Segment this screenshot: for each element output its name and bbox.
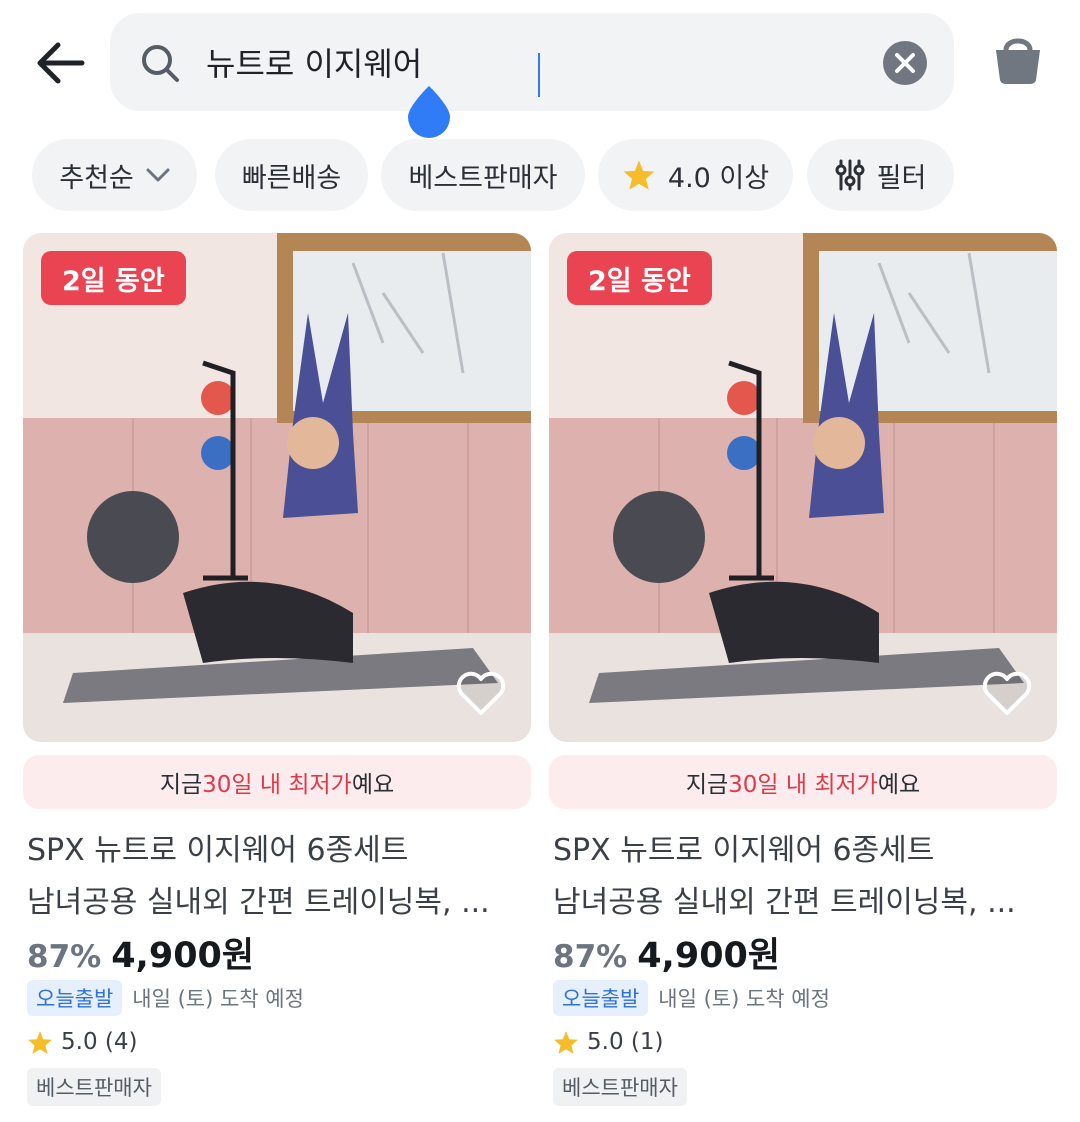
star-icon [28,1030,52,1054]
rating-text: 5.0 (1) [587,1029,664,1055]
product-card[interactable]: 2일 동안 지금 30일 내 최저가 예요 SPX 뉴트로 이지웨어 6종세트 남… [23,233,531,1113]
promo-prefix: 지금 [159,772,203,798]
rating-text: 5.0 (4) [61,1029,138,1055]
star-icon [622,159,656,191]
product-title[interactable]: SPX 뉴트로 이지웨어 6종세트 남녀공용 실내외 간편 트레이닝복, ... [553,825,1053,929]
promo-highlight: 30일 내 최저가 [728,772,878,798]
fast-delivery-filter[interactable]: 빠른배송 [215,139,368,211]
rating-filter[interactable]: 4.0 이상 [598,139,793,211]
promo-prefix: 지금 [685,772,729,798]
rating: 5.0 (4) [27,1029,137,1055]
clear-search-button[interactable] [883,41,927,85]
sliders-icon [835,159,865,191]
sort-label: 추천순 [59,162,134,194]
heart-icon[interactable] [981,669,1033,717]
delivery-badge: 오늘출발 [553,980,649,1016]
promo-suffix: 예요 [351,772,395,798]
shopping-bag-icon [996,38,1040,84]
search-bar[interactable] [110,13,954,111]
price: 4,900원 [111,936,255,976]
filter-button[interactable]: 필터 [807,139,954,211]
fast-delivery-label: 빠른배송 [241,162,342,194]
product-photo [23,233,531,742]
delivery-info: 오늘출발 내일 (토) 도착 예정 [553,980,830,1016]
product-image[interactable]: 2일 동안 [549,233,1057,742]
search-input[interactable] [206,37,866,87]
seller-tag: 베스트판매자 [27,1068,161,1106]
product-photo [549,233,1057,742]
search-icon [142,45,179,82]
star-icon [554,1030,578,1054]
best-seller-filter[interactable]: 베스트판매자 [381,139,585,211]
back-button[interactable] [26,36,96,90]
product-image[interactable]: 2일 동안 [23,233,531,742]
sort-dropdown[interactable]: 추천순 [32,139,197,211]
price: 4,900원 [637,936,781,976]
product-title-line: SPX 뉴트로 이지웨어 6종세트 [27,833,409,868]
discount-rate: 87% [553,939,628,975]
product-title-line: SPX 뉴트로 이지웨어 6종세트 [553,833,935,868]
delivery-text: 내일 (토) 도착 예정 [132,987,304,1011]
product-title-line: 남녀공용 실내외 간편 트레이닝복, ... [27,885,490,920]
delivery-badge: 오늘출발 [27,980,123,1016]
rating-filter-label: 4.0 이상 [667,162,770,194]
chevron-down-icon [146,168,170,182]
close-icon [895,53,915,73]
filter-label: 필터 [876,162,927,194]
heart-icon[interactable] [455,669,507,717]
arrow-left-icon [37,42,85,84]
time-limit-badge: 2일 동안 [567,251,712,305]
seller-tag: 베스트판매자 [553,1068,687,1106]
text-selection-handle[interactable] [406,84,452,138]
price-row: 87% 4,900원 [27,927,254,978]
text-cursor [538,53,540,97]
time-limit-badge: 2일 동안 [41,251,186,305]
delivery-info: 오늘출발 내일 (토) 도착 예정 [27,980,304,1016]
promo-suffix: 예요 [877,772,921,798]
cart-button[interactable] [988,30,1048,90]
rating: 5.0 (1) [553,1029,663,1055]
promo-highlight: 30일 내 최저가 [202,772,352,798]
best-seller-label: 베스트판매자 [408,162,558,194]
lowest-price-banner: 지금 30일 내 최저가 예요 [549,755,1057,809]
lowest-price-banner: 지금 30일 내 최저가 예요 [23,755,531,809]
discount-rate: 87% [27,939,102,975]
product-title-line: 남녀공용 실내외 간편 트레이닝복, ... [553,885,1016,920]
delivery-text: 내일 (토) 도착 예정 [658,987,830,1011]
product-title[interactable]: SPX 뉴트로 이지웨어 6종세트 남녀공용 실내외 간편 트레이닝복, ... [27,825,527,929]
product-card[interactable]: 2일 동안 지금 30일 내 최저가 예요 SPX 뉴트로 이지웨어 6종세트 남… [549,233,1057,1113]
price-row: 87% 4,900원 [553,927,780,978]
